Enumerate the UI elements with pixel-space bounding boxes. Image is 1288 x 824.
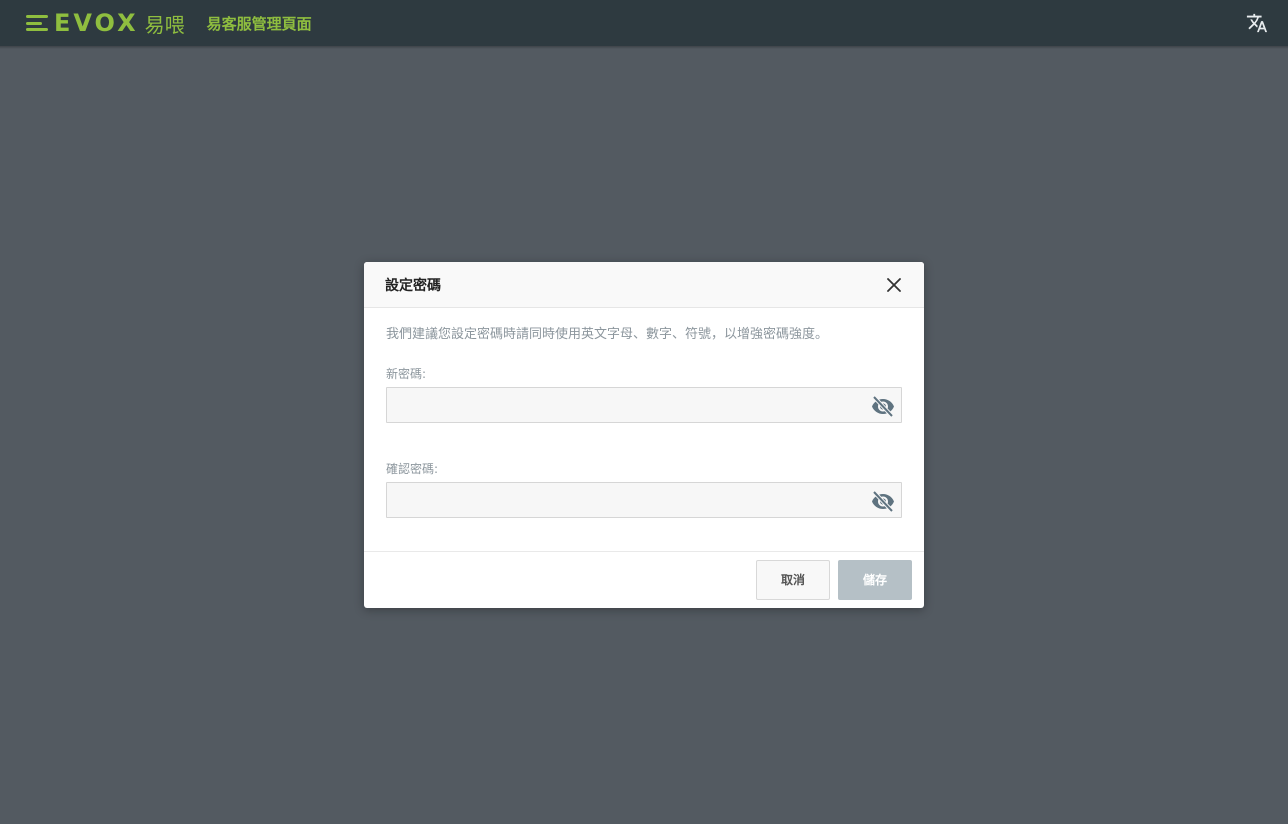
- confirm-password-label: 確認密碼:: [386, 462, 439, 476]
- logo-chinese-text: 易喂: [144, 12, 185, 37]
- dialog-footer: 取消 儲存: [364, 552, 924, 607]
- logo-e-mark: [26, 15, 48, 31]
- close-icon[interactable]: [886, 277, 902, 293]
- confirm-password-input[interactable]: [387, 483, 901, 517]
- new-password-input[interactable]: [387, 388, 901, 422]
- new-password-label: 新密碼:: [386, 367, 427, 381]
- cancel-button[interactable]: 取消: [756, 559, 830, 600]
- eye-off-icon[interactable]: [871, 489, 895, 513]
- set-password-dialog: 設定密碼 我們建議您設定密碼時請同時使用英文字母、數字、符號，以增強密碼強度。 …: [364, 262, 924, 608]
- dialog-header: 設定密碼: [364, 262, 924, 308]
- app-title: 易客服管理頁面: [206, 14, 312, 33]
- new-password-field-wrapper: [386, 387, 902, 423]
- save-button[interactable]: 儲存: [838, 559, 912, 600]
- dialog-title: 設定密碼: [385, 277, 441, 294]
- dialog-body: 我們建議您設定密碼時請同時使用英文字母、數字、符號，以增強密碼強度。 新密碼: …: [364, 308, 924, 552]
- evox-logo[interactable]: EVOX 易喂: [26, 9, 185, 38]
- confirm-password-field-wrapper: [386, 482, 902, 518]
- password-hint: 我們建議您設定密碼時請同時使用英文字母、數字、符號，以增強密碼強度。: [386, 327, 829, 342]
- eye-off-icon[interactable]: [871, 394, 895, 418]
- top-bar-shadow: [0, 46, 1288, 49]
- logo-text: EVOX: [54, 9, 139, 37]
- translate-icon[interactable]: [1246, 12, 1268, 34]
- top-bar: EVOX 易喂 易客服管理頁面: [0, 0, 1288, 46]
